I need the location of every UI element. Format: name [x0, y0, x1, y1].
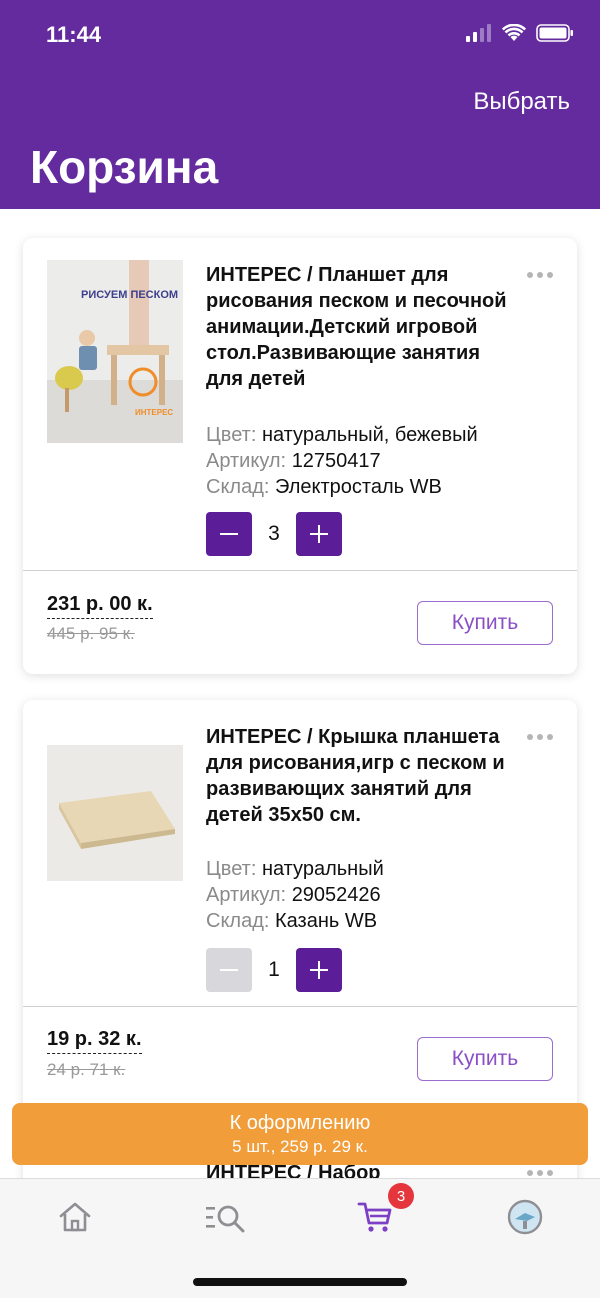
product-title[interactable]: ИНТЕРЕС / Крышка планшета для рисования,… [206, 724, 516, 828]
status-time: 11:44 [46, 22, 102, 47]
status-icons [466, 23, 574, 47]
tab-catalog[interactable] [200, 1195, 250, 1239]
page-title: Корзина [30, 141, 219, 193]
cart-list[interactable]: РИСУЕМ ПЕСКОМ ИНТЕРЕС ИНТЕРЕС / Планшет … [0, 209, 600, 1179]
warehouse-key: Склад: [206, 910, 270, 932]
home-indicator [193, 1278, 407, 1286]
sku-key: Артикул: [206, 884, 287, 906]
battery-icon [536, 24, 574, 47]
price[interactable]: 231 р. 00 к. [47, 593, 153, 619]
cart-badge: 3 [388, 1183, 414, 1209]
product-props: Цвет: натуральный Артикул: 29052426 Скла… [206, 856, 384, 934]
buy-button[interactable]: Купить [417, 1037, 553, 1081]
cart-item: ИНТЕРЕС / Крышка планшета для рисования,… [23, 700, 577, 1136]
sku-key: Артикул: [206, 450, 287, 472]
select-button[interactable]: Выбрать [473, 88, 570, 116]
header: 11:44 Выбрать Корзина [0, 0, 600, 209]
catalog-search-icon [206, 1205, 245, 1233]
product-props: Цвет: натуральный, бежевый Артикул: 1275… [206, 422, 478, 500]
checkout-summary: 5 шт., 259 р. 29 к. [232, 1137, 368, 1156]
profile-avatar-icon [507, 1199, 543, 1235]
sku-value: 29052426 [291, 884, 381, 906]
color-key: Цвет: [206, 858, 257, 880]
checkout-button[interactable]: К оформлению 5 шт., 259 р. 29 к. [12, 1103, 588, 1165]
decrease-button[interactable] [206, 948, 252, 992]
tab-profile[interactable] [500, 1195, 550, 1239]
wifi-icon [501, 23, 527, 47]
more-options-icon[interactable] [527, 734, 553, 740]
minus-icon [220, 533, 238, 535]
quantity-stepper: 3 [206, 512, 342, 556]
image-logo: ИНТЕРЕС [135, 408, 173, 417]
more-options-icon[interactable] [527, 272, 553, 278]
sku-value: 12750417 [291, 450, 381, 472]
color-value: натуральный [261, 858, 384, 880]
checkout-label: К оформлению [229, 1112, 371, 1134]
product-title[interactable]: ИНТЕРЕС / Планшет для рисования песком и… [206, 262, 516, 392]
plus-icon [310, 961, 328, 979]
decrease-button[interactable] [206, 512, 252, 556]
more-options-icon[interactable] [527, 1170, 553, 1176]
color-value: натуральный, бежевый [261, 424, 478, 446]
quantity-value: 1 [268, 958, 280, 981]
old-price: 445 р. 95 к. [47, 624, 135, 643]
tab-home[interactable] [50, 1195, 100, 1239]
product-image[interactable] [47, 745, 183, 928]
divider [23, 1006, 577, 1007]
warehouse-key: Склад: [206, 476, 270, 498]
quantity-stepper: 1 [206, 948, 342, 992]
quantity-value: 3 [268, 522, 280, 545]
home-icon [59, 1202, 91, 1232]
plus-icon [310, 525, 328, 543]
old-price: 24 р. 71 к. [47, 1060, 126, 1079]
increase-button[interactable] [296, 948, 342, 992]
divider [23, 570, 577, 571]
increase-button[interactable] [296, 512, 342, 556]
color-key: Цвет: [206, 424, 257, 446]
price[interactable]: 19 р. 32 к. [47, 1028, 142, 1054]
cart-item: РИСУЕМ ПЕСКОМ ИНТЕРЕС ИНТЕРЕС / Планшет … [23, 238, 577, 674]
warehouse-value: Электросталь WB [275, 476, 442, 498]
minus-icon [220, 969, 238, 971]
image-caption: РИСУЕМ ПЕСКОМ [81, 289, 178, 301]
signal-icon [466, 24, 492, 47]
warehouse-value: Казань WB [275, 910, 378, 932]
product-image[interactable]: РИСУЕМ ПЕСКОМ ИНТЕРЕС [47, 260, 183, 443]
buy-button[interactable]: Купить [417, 601, 553, 645]
cart-icon [357, 1202, 392, 1232]
